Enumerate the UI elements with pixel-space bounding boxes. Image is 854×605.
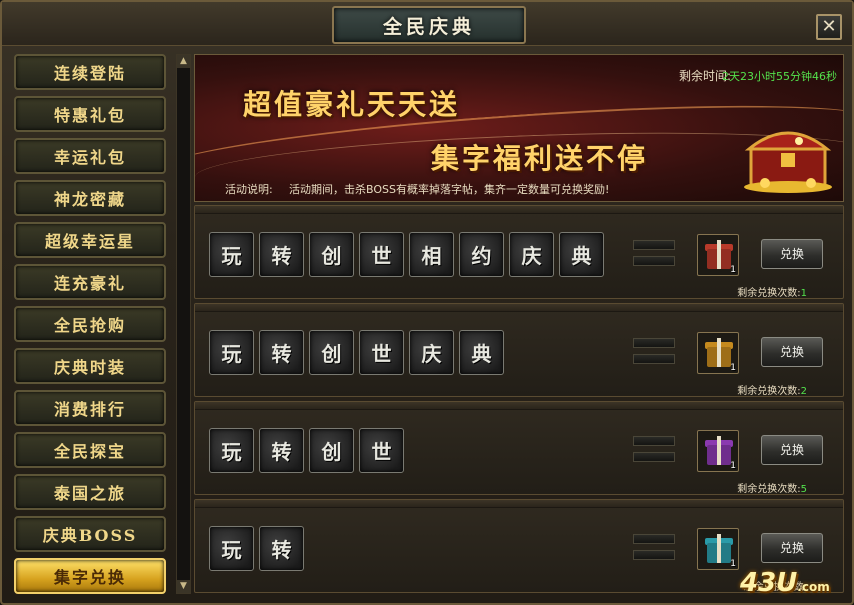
character-tile[interactable]: 庆: [509, 232, 554, 277]
equals-icon: [633, 534, 675, 562]
sidebar-item[interactable]: 消费排行: [14, 390, 166, 426]
sidebar-item[interactable]: 特惠礼包: [14, 96, 166, 132]
character-tiles: 玩转创世相约庆典: [209, 232, 604, 277]
title-bar: 全民庆典 ✕: [2, 2, 852, 46]
gift-ribbon: [717, 436, 721, 465]
character-tiles: 玩转: [209, 526, 304, 571]
equals-icon: [633, 338, 675, 366]
reward-gift-slot[interactable]: 1: [697, 332, 739, 374]
treasure-chest-icon: [744, 131, 832, 193]
reward-gift-slot[interactable]: 1: [697, 528, 739, 570]
row-divider: [195, 304, 843, 312]
event-window: 全民庆典 ✕ 连续登陆特惠礼包幸运礼包神龙密藏超级幸运星连充豪礼全民抢购庆典时装…: [0, 0, 854, 605]
row-divider: [195, 402, 843, 410]
reward-gift-slot[interactable]: 1: [697, 430, 739, 472]
redeem-button[interactable]: 兑换: [761, 435, 823, 465]
sidebar-item[interactable]: 超级幸运星: [14, 222, 166, 258]
character-tile[interactable]: 世: [359, 232, 404, 277]
sidebar-item[interactable]: 连充豪礼: [14, 264, 166, 300]
site-watermark: 43U.com: [740, 568, 830, 598]
character-tile[interactable]: 世: [359, 330, 404, 375]
sidebar-item[interactable]: 庆典时装: [14, 348, 166, 384]
title-plate: 全民庆典: [332, 6, 526, 44]
scroll-up-arrow-icon[interactable]: ▲: [177, 55, 190, 68]
character-tile[interactable]: 创: [309, 428, 354, 473]
remaining-label: 剩余兑换次数:: [737, 484, 801, 495]
character-tile[interactable]: 玩: [209, 330, 254, 375]
gift-ribbon: [717, 338, 721, 367]
description-text: 活动期间，击杀BOSS有概率掉落字帖，集齐一定数量可兑换奖励!: [289, 183, 610, 196]
gift-ribbon: [717, 240, 721, 269]
description-label: 活动说明:: [225, 183, 273, 196]
gift-quantity: 1: [730, 265, 736, 275]
remaining-value: 2: [800, 386, 807, 397]
character-tile[interactable]: 转: [259, 330, 304, 375]
scroll-down-arrow-icon[interactable]: ▼: [177, 580, 190, 593]
remaining-label: 剩余兑换次数:: [737, 386, 801, 397]
character-tile[interactable]: 创: [309, 330, 354, 375]
sidebar-item[interactable]: 全民探宝: [14, 432, 166, 468]
character-tile[interactable]: 玩: [209, 232, 254, 277]
equals-icon: [633, 436, 675, 464]
remaining-count: 剩余兑换次数:1: [737, 284, 807, 299]
window-title: 全民庆典: [382, 15, 475, 38]
sidebar-item[interactable]: 集字兑换: [14, 558, 166, 594]
row-divider: [195, 500, 843, 508]
redeem-row: 玩转创世 1 兑换剩余兑换次数:5: [194, 401, 844, 495]
sidebar-item[interactable]: 庆典BOSS: [14, 516, 166, 552]
timer-value: 2天23小时55分钟46秒: [722, 70, 837, 83]
character-tile[interactable]: 典: [559, 232, 604, 277]
character-tile[interactable]: 转: [259, 526, 304, 571]
character-tile[interactable]: 相: [409, 232, 454, 277]
redeem-button[interactable]: 兑换: [761, 533, 823, 563]
banner-slogan-2: 集字福利送不停: [431, 142, 649, 175]
character-tiles: 玩转创世庆典: [209, 330, 504, 375]
remaining-value: 5: [800, 484, 807, 495]
character-tile[interactable]: 创: [309, 232, 354, 277]
character-tile[interactable]: 转: [259, 428, 304, 473]
redeem-button[interactable]: 兑换: [761, 337, 823, 367]
gift-quantity: 1: [730, 363, 736, 373]
redeem-row: 玩转创世相约庆典 1 兑换 剩余兑换次数:1: [194, 205, 844, 299]
sidebar: 连续登陆特惠礼包幸运礼包神龙密藏超级幸运星连充豪礼全民抢购庆典时装消费排行全民探…: [10, 50, 172, 600]
gift-ribbon: [717, 534, 721, 563]
sidebar-item[interactable]: 神龙密藏: [14, 180, 166, 216]
character-tiles: 玩转创世: [209, 428, 404, 473]
character-tile[interactable]: 玩: [209, 428, 254, 473]
close-icon: ✕: [821, 16, 837, 37]
gift-quantity: 1: [730, 559, 736, 569]
redeem-button[interactable]: 兑换: [761, 239, 823, 269]
banner-slogan-1: 超值豪礼天天送: [243, 88, 461, 121]
gift-quantity: 1: [730, 461, 736, 471]
character-tile[interactable]: 庆: [409, 330, 454, 375]
sidebar-item[interactable]: 全民抢购: [14, 306, 166, 342]
remaining-count: 剩余兑换次数:2: [737, 382, 807, 397]
character-tile[interactable]: 世: [359, 428, 404, 473]
remaining-value: 1: [800, 288, 807, 299]
remaining-label: 剩余兑换次数:: [737, 288, 801, 299]
character-tile[interactable]: 约: [459, 232, 504, 277]
scrollbar[interactable]: ▲ ▼: [176, 54, 191, 594]
equals-icon: [633, 240, 675, 268]
character-tile[interactable]: 典: [459, 330, 504, 375]
character-tile[interactable]: 转: [259, 232, 304, 277]
redeem-row: 玩转创世庆典 1 兑换剩余兑换次数:2: [194, 303, 844, 397]
sidebar-item[interactable]: 泰国之旅: [14, 474, 166, 510]
sidebar-item[interactable]: 连续登陆: [14, 54, 166, 90]
close-button[interactable]: ✕: [816, 14, 842, 40]
row-divider: [195, 206, 843, 214]
reward-gift-slot[interactable]: 1: [697, 234, 739, 276]
event-banner: 剩余时间: 2天23小时55分钟46秒 超值豪礼天天送 集字福利送不停 活动说明…: [194, 54, 844, 202]
sidebar-item[interactable]: 幸运礼包: [14, 138, 166, 174]
remaining-count: 剩余兑换次数:5: [737, 480, 807, 495]
character-tile[interactable]: 玩: [209, 526, 254, 571]
